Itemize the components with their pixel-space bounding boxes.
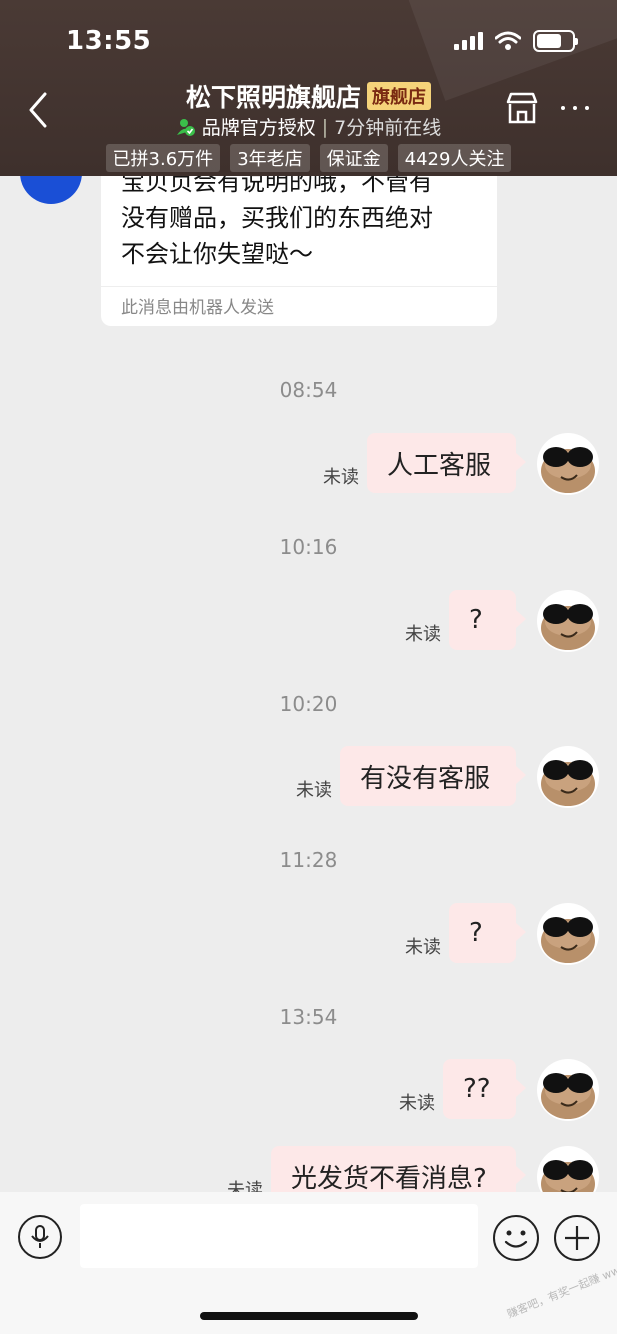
user-avatar[interactable] bbox=[537, 433, 599, 495]
message-row: 未读 光发货不看消息? bbox=[0, 1146, 617, 1192]
smiley-icon bbox=[504, 1230, 528, 1248]
unread-label: 未读 bbox=[405, 937, 441, 958]
sent-message-bubble[interactable]: 人工客服 bbox=[367, 433, 526, 493]
bot-message-footer: 此消息由机器人发送 bbox=[101, 286, 497, 326]
signal-icon bbox=[454, 32, 483, 50]
unread-label: 未读 bbox=[405, 624, 441, 645]
message-row: 未读 ? bbox=[0, 590, 617, 654]
unread-label: 未读 bbox=[227, 1180, 263, 1192]
unread-label: 未读 bbox=[323, 467, 359, 488]
message-timestamp: 11:28 bbox=[279, 848, 338, 872]
more-actions-button[interactable] bbox=[554, 1215, 600, 1261]
message-input[interactable] bbox=[80, 1204, 478, 1268]
store-tag: 保证金 bbox=[319, 144, 388, 172]
store-tags: 已拼3.6万件 3年老店 保证金 4429人关注 bbox=[0, 144, 617, 172]
wifi-icon bbox=[495, 31, 521, 50]
sent-message-bubble[interactable]: ?? bbox=[443, 1059, 526, 1119]
status-time: 13:55 bbox=[66, 26, 152, 56]
unread-label: 未读 bbox=[399, 1093, 435, 1114]
message-timestamp: 08:54 bbox=[279, 378, 338, 402]
sunglasses-face-icon bbox=[541, 1160, 595, 1192]
user-avatar[interactable] bbox=[537, 1146, 599, 1192]
online-status: 7分钟前在线 bbox=[334, 117, 442, 139]
user-avatar[interactable] bbox=[537, 590, 599, 652]
flagship-badge: 旗舰店 bbox=[367, 82, 431, 110]
auth-label: 品牌官方授权 bbox=[201, 117, 316, 139]
status-icons bbox=[454, 30, 578, 52]
sent-message-bubble[interactable]: ? bbox=[449, 590, 526, 650]
sunglasses-face-icon bbox=[541, 917, 595, 963]
user-avatar[interactable] bbox=[537, 1059, 599, 1121]
message-row: 未读 人工客服 bbox=[0, 433, 617, 497]
message-timestamp: 13:54 bbox=[279, 1005, 338, 1029]
plus-icon bbox=[565, 1226, 589, 1250]
store-tag: 4429人关注 bbox=[397, 144, 512, 172]
sent-message-bubble[interactable]: 光发货不看消息? bbox=[271, 1146, 526, 1192]
store-tag: 3年老店 bbox=[230, 144, 310, 172]
store-button[interactable] bbox=[505, 92, 539, 128]
chat-area[interactable]: 宝贝页会有说明的哦，不管有 没有赠品，买我们的东西绝对 不会让你失望哒～ 此消息… bbox=[0, 176, 617, 1192]
message-row: 未读 ? bbox=[0, 903, 617, 967]
user-avatar[interactable] bbox=[537, 903, 599, 965]
message-row: 未读 ?? bbox=[0, 1059, 617, 1123]
bot-message-text: 宝贝页会有说明的哦，不管有 没有赠品，买我们的东西绝对 不会让你失望哒～ bbox=[121, 176, 433, 268]
verified-user-icon bbox=[176, 118, 195, 136]
message-timestamp: 10:20 bbox=[279, 692, 338, 716]
sunglasses-face-icon bbox=[541, 604, 595, 650]
store-name: 松下照明旗舰店 bbox=[185, 83, 361, 112]
bot-message-bubble: 宝贝页会有说明的哦，不管有 没有赠品，买我们的东西绝对 不会让你失望哒～ 此消息… bbox=[101, 176, 497, 326]
emoji-button[interactable] bbox=[493, 1215, 539, 1261]
sent-message-bubble[interactable]: ? bbox=[449, 903, 526, 963]
sent-message-bubble[interactable]: 有没有客服 bbox=[340, 746, 526, 806]
chat-header: 13:55 松下照明旗舰店 旗舰店 品牌官方授权 | 7分钟前在线 已拼3.6万… bbox=[0, 0, 617, 176]
message-row: 未读 有没有客服 bbox=[0, 746, 617, 810]
voice-button[interactable] bbox=[18, 1215, 62, 1259]
home-indicator[interactable] bbox=[200, 1312, 418, 1320]
message-timestamp: 10:16 bbox=[279, 535, 338, 559]
unread-label: 未读 bbox=[296, 780, 332, 801]
sunglasses-face-icon bbox=[541, 760, 595, 806]
battery-icon bbox=[533, 30, 578, 52]
sunglasses-face-icon bbox=[541, 1073, 595, 1119]
store-tag: 已拼3.6万件 bbox=[105, 144, 221, 172]
store-avatar bbox=[20, 176, 82, 204]
sunglasses-face-icon bbox=[541, 447, 595, 493]
store-icon bbox=[506, 92, 538, 124]
user-avatar[interactable] bbox=[537, 746, 599, 808]
microphone-icon bbox=[31, 1225, 49, 1248]
more-options-button[interactable] bbox=[561, 106, 589, 110]
